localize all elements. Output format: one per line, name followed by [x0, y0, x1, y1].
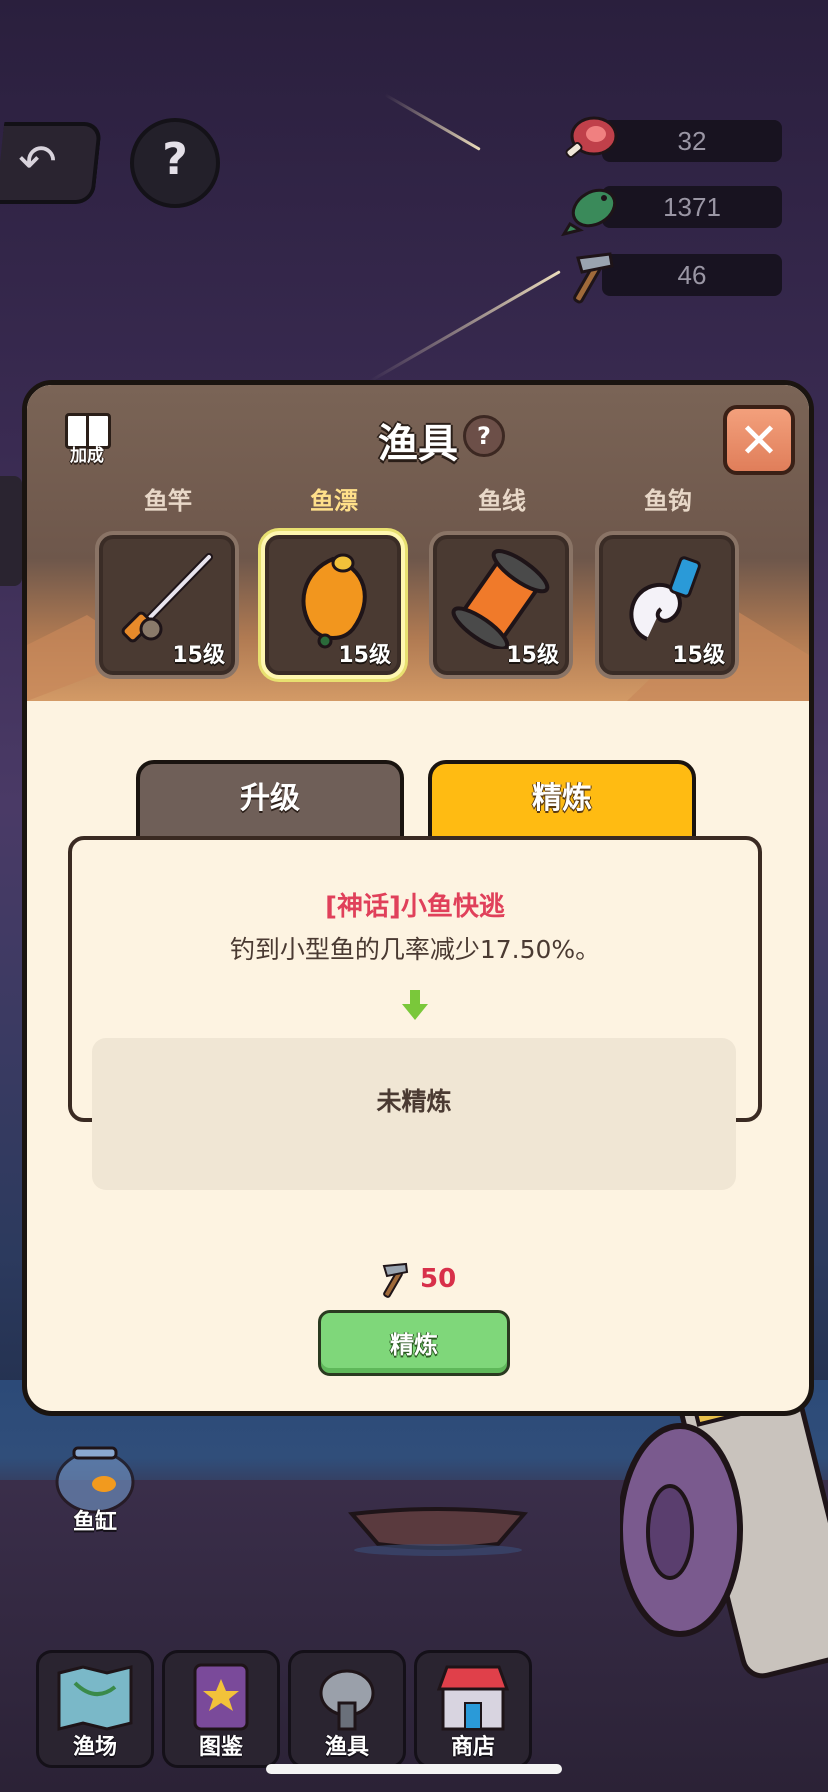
- slot-float[interactable]: 15级: [261, 531, 405, 679]
- panel-header: 加成 渔具 ? ✕ 鱼竿 鱼漂 鱼线 鱼钩 15级 15级 15级 15级: [27, 385, 809, 701]
- side-tab[interactable]: [0, 476, 22, 586]
- map-icon: [57, 1665, 133, 1731]
- float-icon: [301, 553, 367, 649]
- meteor-streak: [383, 93, 481, 151]
- slot-rod[interactable]: 15级: [95, 531, 239, 679]
- refine-button-label: 精炼: [390, 1331, 438, 1359]
- arrow-down-icon: [402, 990, 428, 1020]
- slot-hook[interactable]: 15级: [595, 531, 739, 679]
- help-icon: ?: [162, 134, 188, 185]
- hammer-icon: [573, 252, 614, 304]
- refine-info-box: [神话]小鱼快逃 钓到小型鱼的几率减少17.50%。 未精炼: [68, 836, 762, 1190]
- nav-label: 图鉴: [198, 1735, 243, 1760]
- refine-cost-value: 50: [420, 1264, 457, 1294]
- hook-shell-icon: [629, 556, 701, 641]
- hammer-icon: [382, 1262, 409, 1298]
- tab-refine[interactable]: 精炼: [428, 760, 696, 844]
- fishbowl-label: 鱼缸: [72, 1510, 117, 1535]
- fishbowl-button[interactable]: 鱼缸: [52, 1444, 138, 1536]
- gear-reel-icon: [319, 1669, 375, 1731]
- nav-shop[interactable]: 商店: [414, 1650, 532, 1768]
- nav-label: 商店: [450, 1735, 495, 1760]
- meat-icon: [565, 116, 618, 158]
- slot-level: 15级: [338, 643, 391, 668]
- slot-label-hook: 鱼钩: [644, 487, 692, 515]
- resource-hammer-counter: 46: [602, 254, 782, 296]
- resource-fish-counter: 1371: [602, 186, 782, 228]
- slot-line[interactable]: 15级: [429, 531, 573, 679]
- title-help-button[interactable]: ?: [463, 415, 505, 457]
- line-spool-icon: [451, 549, 550, 649]
- back-button[interactable]: ↶: [0, 122, 103, 204]
- tab-upgrade[interactable]: 升级: [136, 760, 404, 844]
- refine-result-box: 未精炼: [92, 1038, 736, 1190]
- fishing-rod-icon: [121, 553, 213, 643]
- slot-label-float: 鱼漂: [310, 487, 358, 515]
- slot-label-rod: 鱼竿: [144, 487, 192, 515]
- refine-button[interactable]: 精炼: [318, 1310, 510, 1376]
- panel-title: 渔具: [378, 421, 458, 467]
- meteor-streak: [368, 270, 561, 383]
- close-button[interactable]: ✕: [723, 405, 795, 475]
- nav-label: 渔具: [324, 1735, 369, 1760]
- nav-label: 渔场: [72, 1735, 117, 1760]
- nav-gear[interactable]: 渔具: [288, 1650, 406, 1768]
- skill-name: [神话]小鱼快逃: [325, 892, 505, 922]
- help-button[interactable]: ?: [130, 118, 220, 208]
- resource-value: 46: [677, 260, 707, 290]
- skill-description: 钓到小型鱼的几率减少17.50%。: [229, 935, 601, 964]
- close-icon: ✕: [738, 413, 780, 469]
- home-indicator[interactable]: [266, 1764, 562, 1774]
- slot-label-line: 鱼线: [478, 487, 526, 515]
- fish-icon: [561, 188, 617, 236]
- boat-decoration: [348, 1507, 528, 1556]
- book-icon: [193, 1663, 249, 1731]
- refine-status: 未精炼: [376, 1087, 452, 1116]
- slot-level: 15级: [506, 643, 559, 668]
- slot-level: 15级: [672, 643, 725, 668]
- nav-fishing-ground[interactable]: 渔场: [36, 1650, 154, 1768]
- resource-meat-counter: 32: [602, 120, 782, 162]
- shop-icon: [436, 1665, 510, 1731]
- nav-collection[interactable]: 图鉴: [162, 1650, 280, 1768]
- resource-value: 1371: [663, 192, 721, 222]
- resource-value: 32: [677, 126, 707, 156]
- back-arrow-icon: ↶: [18, 134, 57, 188]
- slot-level: 15级: [172, 643, 225, 668]
